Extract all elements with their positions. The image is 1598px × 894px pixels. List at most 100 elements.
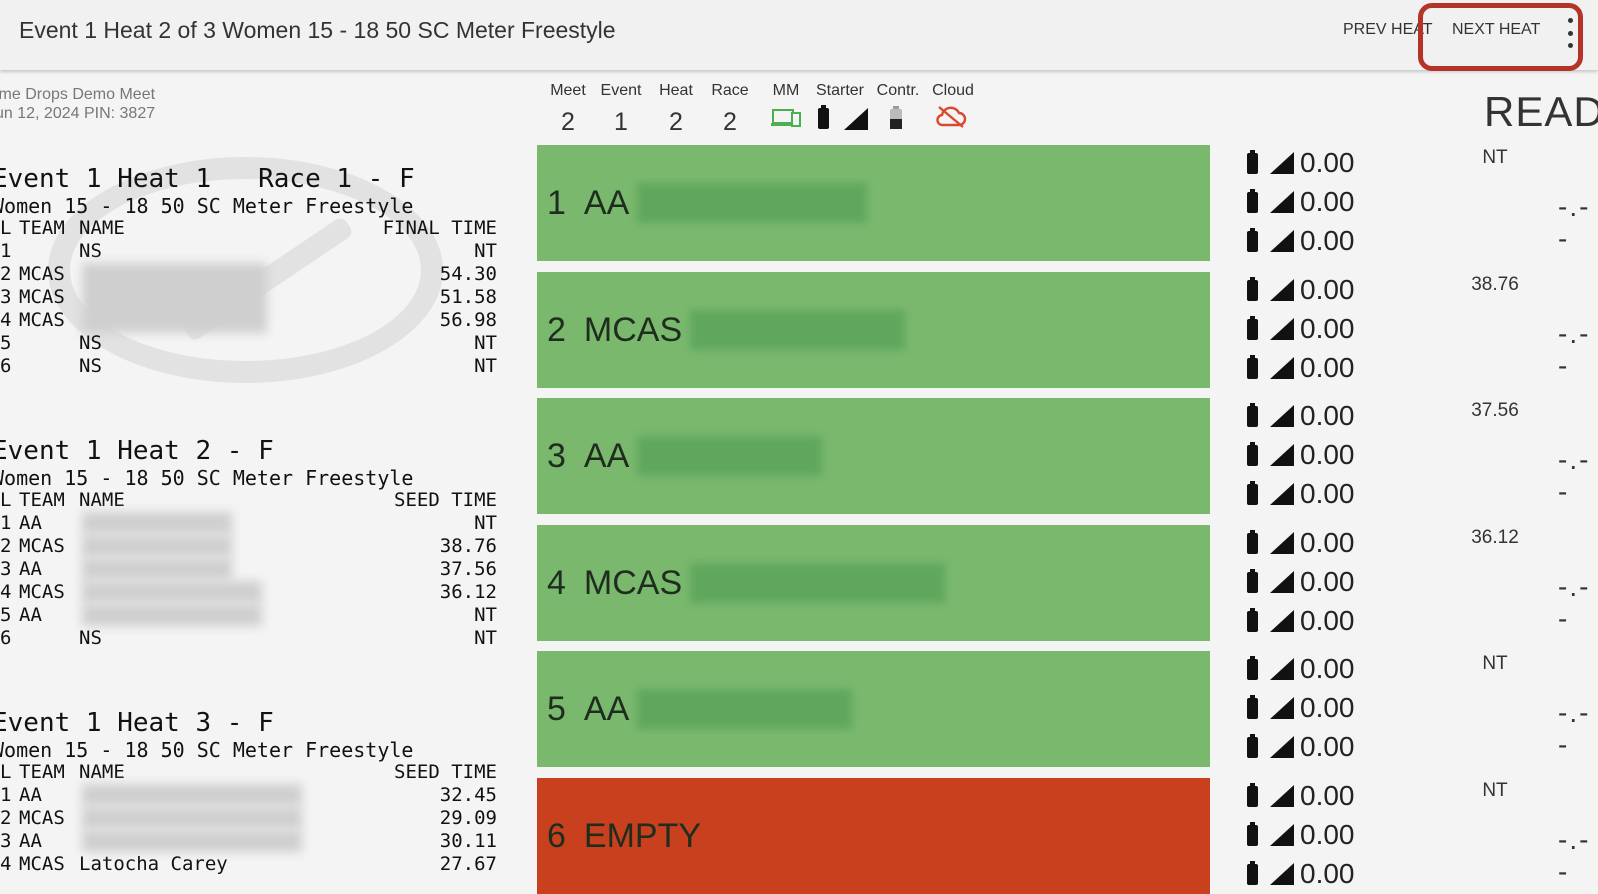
heat-title: Event 1 Heat 1 Race 1 - F (0, 164, 415, 194)
signal-icon (1270, 824, 1294, 846)
row-team: MCAS (19, 309, 65, 331)
timer-row: 0.00 (1247, 183, 1355, 221)
battery-icon (1247, 694, 1258, 719)
lane-card[interactable]: 3 AA (537, 398, 1210, 514)
event-value: 1 (614, 108, 628, 136)
battery-icon (1247, 315, 1258, 340)
redacted-name (82, 512, 232, 534)
redacted-swimmer-name (637, 436, 823, 476)
event-label: Event (600, 82, 642, 99)
heat-value: 2 (669, 108, 683, 136)
lane-card[interactable]: 5 AA (537, 651, 1210, 767)
timer-row: 0.00 (1247, 816, 1355, 854)
heat-table-header: L TEAM NAME SEED TIME (0, 761, 502, 784)
redacted-swimmer-name (637, 689, 853, 729)
row-team: MCAS (19, 581, 65, 603)
signal-icon (1270, 357, 1294, 379)
row-team: MCAS (19, 263, 65, 285)
cloud-offline-icon (936, 106, 967, 128)
lane-card[interactable]: 6 EMPTY (537, 778, 1210, 894)
signal-icon (1270, 863, 1294, 885)
heat-table-header: L TEAM NAME FINAL TIME (0, 217, 502, 240)
mm-device-icon (771, 109, 801, 127)
table-row: 3 AA 37.56 (0, 558, 502, 581)
lane-seed-time: NT (1482, 653, 1508, 674)
col-time: SEED TIME (394, 761, 497, 783)
highlight-annotation (1418, 3, 1583, 71)
table-row: 2 MCAS 29.09 (0, 807, 502, 830)
timer-row: 0.00 (1247, 602, 1355, 640)
lane-team: MCAS (583, 310, 683, 349)
lane-number: 1 (547, 183, 566, 222)
timer-value: 0.00 (1300, 439, 1355, 470)
table-row: 3 AA 30.11 (0, 830, 502, 853)
meet-value: 2 (561, 108, 575, 136)
redacted-name (82, 581, 262, 603)
timer-value: 0.00 (1300, 478, 1355, 509)
signal-icon (1270, 736, 1294, 758)
lane-card[interactable]: 1 AA (537, 145, 1210, 261)
col-name: NAME (79, 489, 125, 511)
table-row: 1 AA NT (0, 512, 502, 535)
battery-icon (1247, 188, 1258, 213)
timer-value: 0.00 (1300, 858, 1355, 889)
timer-value: 0.00 (1300, 274, 1355, 305)
row-time: 38.76 (439, 535, 497, 557)
page-title: Event 1 Heat 2 of 3 Women 15 - 18 50 SC … (19, 17, 616, 43)
signal-icon (1270, 230, 1294, 252)
row-name: NS (79, 627, 102, 649)
col-lane: L (0, 217, 12, 239)
redacted-name (82, 535, 232, 557)
row-time: 29.09 (439, 807, 497, 829)
row-lane: 3 (0, 830, 12, 852)
table-row: 6 NS NT (0, 355, 502, 378)
row-time: 51.58 (439, 286, 497, 308)
more-options-icon[interactable] (1566, 18, 1574, 48)
row-time: NT (474, 332, 497, 354)
battery-icon (1247, 529, 1258, 554)
app-bar: Event 1 Heat 2 of 3 Women 15 - 18 50 SC … (0, 0, 1598, 71)
timer-row: 0.00 (1247, 524, 1355, 562)
battery-icon (1247, 441, 1258, 466)
mm-label: MM (772, 82, 800, 99)
row-team: AA (19, 784, 42, 806)
signal-icon (1270, 697, 1294, 719)
lane-card[interactable]: 4 MCAS (537, 525, 1210, 641)
col-time: FINAL TIME (382, 217, 497, 239)
heat-listing: Event 1 Heat 3 - F Women 15 - 18 50 SC Me… (0, 708, 502, 876)
lane-number: 2 (547, 310, 566, 349)
row-time: NT (474, 604, 497, 626)
lane-team: EMPTY (583, 816, 702, 855)
battery-icon (1247, 402, 1258, 427)
row-team: AA (19, 830, 42, 852)
redacted-swimmer-name (637, 183, 868, 223)
col-team: TEAM (19, 761, 65, 783)
table-row: 6 NS NT (0, 627, 502, 650)
row-time: 30.11 (439, 830, 497, 852)
col-team: TEAM (19, 217, 65, 239)
signal-icon (1270, 571, 1294, 593)
timer-value: 0.00 (1300, 225, 1355, 256)
lane-team: AA (583, 183, 630, 222)
battery-icon (1247, 860, 1258, 885)
starter-battery-icon (818, 105, 829, 129)
lane-result-time: -.-- (1558, 697, 1591, 760)
timer-value: 0.00 (1300, 147, 1355, 178)
table-row: 1 NS NT (0, 240, 502, 263)
timer-row: 0.00 (1247, 310, 1355, 348)
lane-result-time: -.-- (1558, 318, 1591, 381)
starter-label: Starter (815, 82, 864, 99)
starter-signal-icon (844, 108, 868, 130)
battery-icon (1247, 480, 1258, 505)
lane-result-time: -.-- (1558, 571, 1591, 634)
table-row: 4 MCAS 36.12 (0, 581, 502, 604)
row-lane: 5 (0, 604, 12, 626)
meet-label: Meet (550, 82, 586, 99)
col-team: TEAM (19, 489, 65, 511)
signal-icon (1270, 483, 1294, 505)
lane-number: 5 (547, 689, 566, 728)
row-lane: 2 (0, 535, 12, 557)
signal-icon (1270, 318, 1294, 340)
timer-value: 0.00 (1300, 527, 1355, 558)
lane-card[interactable]: 2 MCAS (537, 272, 1210, 388)
